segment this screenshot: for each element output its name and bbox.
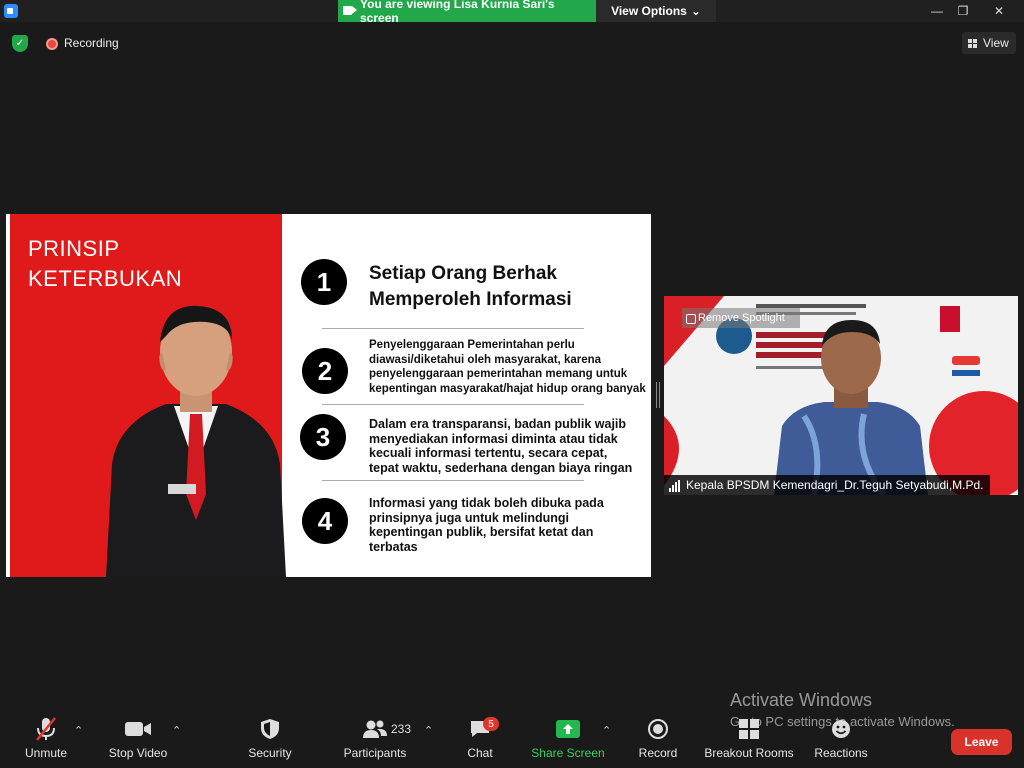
audio-options-chevron-icon[interactable]: ⌃ [74, 724, 83, 737]
grid-view-icon [968, 38, 977, 48]
activate-windows-title: Activate Windows [730, 690, 873, 710]
recording-icon [46, 38, 58, 50]
view-options-label: View Options [611, 4, 687, 18]
record-icon [648, 719, 668, 739]
view-options-button[interactable]: View Options ⌄ [596, 0, 716, 22]
close-icon: ✕ [993, 4, 1005, 18]
point-2-line-2: diawasi/diketahui oleh masyarakat, karen… [369, 353, 602, 366]
share-screen-icon-wrap [556, 712, 580, 746]
point-number-2: 2 [302, 348, 348, 394]
point-text-3: Dalam era transparansi, badan publik waj… [369, 417, 632, 475]
slide-title-line-1: PRINSIP [28, 236, 120, 261]
point-3-line-4: tepat waktu, sederhana dengan biaya ring… [369, 460, 633, 475]
point-number-4: 4 [302, 498, 348, 544]
leave-label: Leave [964, 735, 999, 749]
point-text-1: Setiap Orang Berhak Memperoleh Informasi [369, 261, 572, 313]
title-bar: You are viewing Lisa Kurnia Sari's scree… [0, 0, 1024, 25]
share-screen-label: Share Screen [531, 746, 605, 760]
video-options-chevron-icon[interactable]: ⌃ [172, 724, 181, 737]
point-2-line-1: Penyelenggaraan Pemerintahan perlu [369, 339, 575, 351]
stop-video-label: Stop Video [108, 746, 168, 760]
slide-title: PRINSIP KETERBUKAN [28, 234, 182, 294]
shield-icon [260, 712, 280, 746]
video-camera-icon [343, 6, 352, 15]
point-3-line-3: kecuali informasi tertentu, secara cepat… [369, 446, 608, 460]
point-3-line-2: menyediakan informasi diminta atau tidak [369, 431, 618, 446]
point-text-4: Informasi yang tidak boleh dibuka pada p… [369, 496, 604, 554]
remove-spotlight-button[interactable]: Remove Spotlight [682, 308, 800, 328]
zoom-logo-icon [4, 4, 18, 18]
viewing-screen-banner: You are viewing Lisa Kurnia Sari's scree… [338, 0, 596, 25]
point-2-line-3: penyelenggaraan pemerintahan memang untu… [369, 368, 628, 380]
point-4-line-1: Informasi yang tidak boleh dibuka pada [369, 496, 604, 510]
point-1-line-2: Memperoleh Informasi [369, 289, 572, 310]
signal-strength-icon [669, 480, 680, 492]
participants-button[interactable]: Participants [340, 712, 410, 768]
reactions-label: Reactions [814, 746, 868, 760]
security-button[interactable]: Security [244, 712, 296, 768]
participant-name-label: Kepala BPSDM Kemendagri_Dr.Teguh Setyabu… [664, 475, 990, 495]
participants-label: Participants [343, 746, 407, 760]
share-screen-icon [556, 720, 580, 738]
breakout-rooms-button[interactable]: Breakout Rooms [704, 712, 794, 768]
point-3-line-1: Dalam era transparansi, badan publik waj… [369, 417, 627, 431]
unmute-button[interactable]: Unmute [20, 712, 72, 768]
separator [322, 480, 584, 481]
remove-spotlight-label: Remove Spotlight [698, 312, 785, 324]
video-camera-icon [124, 712, 152, 746]
point-4-line-4: terbatas [369, 539, 418, 554]
point-2-line-4: kepentingan masyarakat/hajat hidup orang… [369, 382, 646, 395]
view-label: View [983, 36, 1009, 50]
record-label: Record [638, 746, 678, 760]
security-shield-icon[interactable]: ✓ [12, 35, 28, 52]
meeting-toolbar: Unmute ⌃ Stop Video ⌃ Security Participa… [0, 712, 1024, 768]
maximize-icon: ❐ [957, 4, 969, 18]
close-button[interactable]: ✕ [984, 0, 1014, 22]
chat-label: Chat [467, 746, 493, 760]
record-button[interactable]: Record [636, 712, 680, 768]
slide-content-panel: 1 Setiap Orang Berhak Memperoleh Informa… [282, 214, 651, 577]
record-icon-wrap [648, 712, 668, 746]
slide-red-panel: PRINSIP KETERBUKAN [6, 214, 286, 577]
point-number-3: 3 [300, 414, 346, 460]
unmute-label: Unmute [24, 746, 68, 760]
separator [322, 328, 584, 329]
slide-edge [6, 214, 10, 577]
maximize-button[interactable]: ❐ [948, 0, 978, 22]
speaker-portrait-image [106, 305, 286, 577]
zoom-meeting-window: You are viewing Lisa Kurnia Sari's scree… [0, 0, 1024, 768]
participant-name: Kepala BPSDM Kemendagri_Dr.Teguh Setyabu… [686, 478, 984, 492]
participants-icon [362, 712, 388, 746]
participants-count: 233 [391, 722, 412, 736]
speaker-video-tile[interactable]: Remove Spotlight Kepala BPSDM Kemendagri… [664, 296, 1018, 495]
stop-video-button[interactable]: Stop Video [106, 712, 170, 768]
minimize-icon: — [931, 4, 943, 18]
participants-options-chevron-icon[interactable]: ⌃ [424, 724, 433, 737]
point-number-1: 1 [301, 259, 347, 305]
chat-unread-badge: 5 [483, 717, 499, 731]
panel-splitter-handle[interactable] [656, 382, 660, 408]
microphone-muted-icon [35, 712, 57, 746]
point-1-line-1: Setiap Orang Berhak [369, 263, 557, 284]
view-button[interactable]: View [962, 32, 1016, 54]
leave-button[interactable]: Leave [951, 729, 1012, 755]
slide-title-line-2: KETERBUKAN [28, 266, 183, 291]
share-screen-button[interactable]: Share Screen [530, 712, 606, 768]
shared-screen: PRINSIP KETERBUKAN 1 Setiap Orang Berhak… [6, 214, 651, 577]
point-4-line-2: prinsipnya juga untuk melindungi [369, 510, 570, 525]
reactions-button[interactable]: Reactions [812, 712, 870, 768]
share-options-chevron-icon[interactable]: ⌃ [602, 724, 611, 737]
viewing-banner-text: You are viewing Lisa Kurnia Sari's scree… [360, 0, 555, 25]
separator [322, 404, 584, 405]
breakout-rooms-icon [738, 712, 760, 746]
chevron-down-icon: ⌄ [690, 4, 701, 18]
point-text-2: Penyelenggaraan Pemerintahan perlu diawa… [369, 338, 646, 396]
breakout-rooms-label: Breakout Rooms [704, 746, 794, 760]
recording-label[interactable]: Recording [64, 36, 119, 50]
point-4-line-3: kepentingan publik, bersifat ketat dan [369, 525, 594, 539]
security-label: Security [248, 746, 292, 760]
smiley-icon [830, 712, 852, 746]
